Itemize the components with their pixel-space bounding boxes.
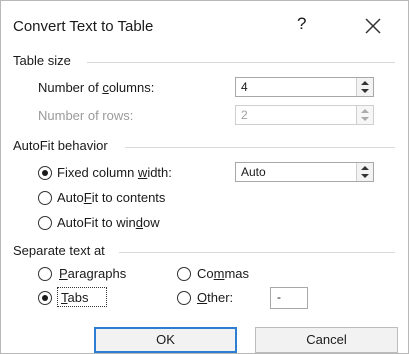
spin-down-icon[interactable] [361,174,369,178]
commas-label[interactable]: Commas [197,266,249,281]
other-label[interactable]: Other: [197,290,233,305]
autofit-to-window-label[interactable]: AutoFit to window [57,215,160,230]
rows-spin-buttons [356,106,373,124]
table-size-divider [87,62,395,63]
paragraphs-label[interactable]: Paragraphs [59,266,126,281]
number-of-rows-value: 2 [241,108,248,122]
columns-spin-buttons[interactable] [356,78,373,96]
dialog-title: Convert Text to Table [13,18,154,35]
spin-up-icon[interactable] [361,81,369,85]
spin-up-icon[interactable] [361,166,369,170]
number-of-columns-spinner[interactable]: 4 [235,77,374,97]
autofit-group-label: AutoFit behavior [13,138,108,153]
close-icon[interactable] [363,16,383,36]
convert-text-to-table-dialog: Convert Text to Table ? Table size Numbe… [0,0,409,354]
autofit-divider [125,147,395,148]
other-separator-value[interactable]: - [277,290,281,304]
table-size-group-label: Table size [13,53,71,68]
tabs-label[interactable]: Tabs [61,290,88,305]
cancel-button[interactable]: Cancel [255,327,398,353]
fixed-column-width-radio[interactable] [38,166,52,180]
separate-text-divider [119,252,395,253]
width-spin-buttons[interactable] [356,163,373,181]
other-separator-input[interactable]: - [270,287,308,309]
autofit-to-contents-label[interactable]: AutoFit to contents [57,190,165,205]
number-of-columns-label: Number of columns: [38,80,155,95]
tabs-radio[interactable] [38,291,52,305]
spin-down-icon[interactable] [361,89,369,93]
paragraphs-radio[interactable] [38,267,52,281]
fixed-column-width-spinner[interactable]: Auto [235,162,374,182]
other-radio[interactable] [177,291,191,305]
autofit-to-window-radio[interactable] [38,216,52,230]
help-button[interactable]: ? [297,14,306,34]
number-of-columns-value[interactable]: 4 [241,80,248,94]
commas-radio[interactable] [177,267,191,281]
fixed-column-width-value[interactable]: Auto [241,165,266,179]
spin-down-icon [361,117,369,121]
ok-button[interactable]: OK [94,327,237,353]
autofit-to-contents-radio[interactable] [38,191,52,205]
number-of-rows-spinner: 2 [235,105,374,125]
number-of-rows-label: Number of rows: [38,108,134,123]
spin-up-icon [361,109,369,113]
separate-text-group-label: Separate text at [13,243,105,258]
fixed-column-width-label[interactable]: Fixed column width: [57,165,172,180]
